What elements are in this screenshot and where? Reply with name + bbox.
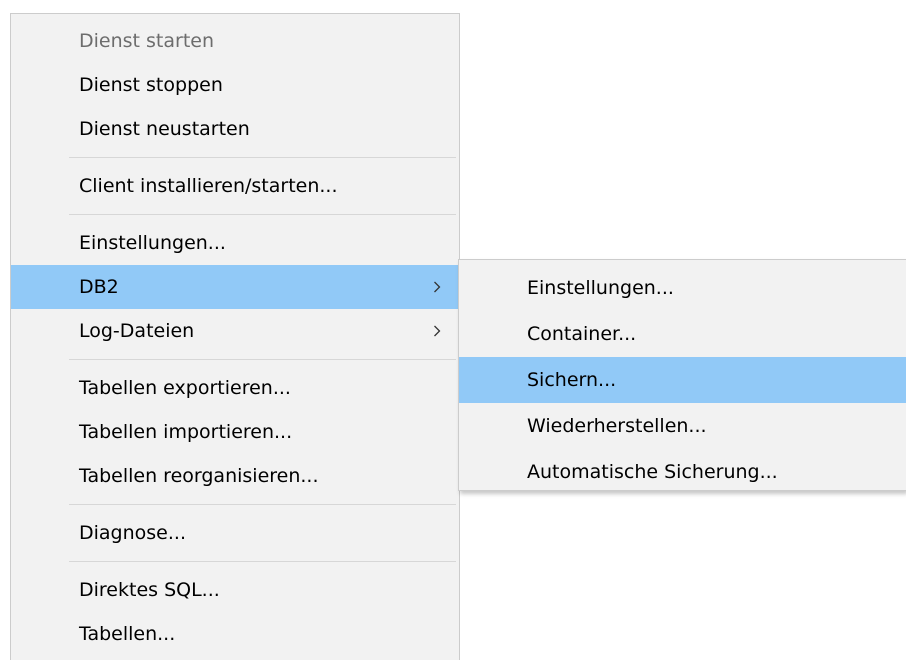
db2-submenu: Einstellungen... Container... Sichern...… xyxy=(458,259,906,491)
menu-item-label: Einstellungen... xyxy=(527,277,674,299)
menu-separator xyxy=(11,498,459,511)
menu-item-label: Automatische Sicherung... xyxy=(527,461,778,483)
menu-item-label: Wiederherstellen... xyxy=(527,415,707,437)
menu-item-label: Tabellen... xyxy=(79,623,176,645)
menu-item-label: Diagnose... xyxy=(79,522,186,544)
menu-item-label: Tabellen exportieren... xyxy=(79,377,291,399)
menu-separator xyxy=(11,353,459,366)
menu-separator xyxy=(11,208,459,221)
submenu-item-container[interactable]: Container... xyxy=(459,311,906,357)
menu-item-label: Dienst stoppen xyxy=(79,74,223,96)
submenu-item-einstellungen[interactable]: Einstellungen... xyxy=(459,265,906,311)
context-menu: Dienst starten Dienst stoppen Dienst neu… xyxy=(10,13,460,660)
menu-item-log-dateien[interactable]: Log-Dateien xyxy=(11,309,459,353)
menu-item-tabellen-importieren[interactable]: Tabellen importieren... xyxy=(11,410,459,454)
menu-item-dienst-stoppen[interactable]: Dienst stoppen xyxy=(11,63,459,107)
menu-item-dienst-starten: Dienst starten xyxy=(11,19,459,63)
menu-item-direktes-sql[interactable]: Direktes SQL... xyxy=(11,568,459,612)
menu-item-db2[interactable]: DB2 xyxy=(11,265,459,309)
menu-item-tabellen-reorganisieren[interactable]: Tabellen reorganisieren... xyxy=(11,454,459,498)
menu-separator xyxy=(11,151,459,164)
menu-item-label: Log-Dateien xyxy=(79,320,195,342)
menu-item-label: Direktes SQL... xyxy=(79,579,220,601)
menu-item-label: Einstellungen... xyxy=(79,232,226,254)
menu-item-label: DB2 xyxy=(79,276,119,298)
submenu-item-sichern[interactable]: Sichern... xyxy=(459,357,906,403)
menu-item-client-installieren[interactable]: Client installieren/starten... xyxy=(11,164,459,208)
submenu-item-automatische-sicherung[interactable]: Automatische Sicherung... xyxy=(459,449,906,495)
menu-item-label: Dienst starten xyxy=(79,30,215,52)
submenu-item-wiederherstellen[interactable]: Wiederherstellen... xyxy=(459,403,906,449)
menu-item-label: Sichern... xyxy=(527,369,617,391)
menu-item-label: Container... xyxy=(527,323,637,345)
menu-item-label: Client installieren/starten... xyxy=(79,175,338,197)
menu-item-diagnose[interactable]: Diagnose... xyxy=(11,511,459,555)
menu-item-tabellen-exportieren[interactable]: Tabellen exportieren... xyxy=(11,366,459,410)
menu-item-label: Dienst neustarten xyxy=(79,118,250,140)
chevron-right-icon xyxy=(431,309,443,353)
menu-item-einstellungen[interactable]: Einstellungen... xyxy=(11,221,459,265)
chevron-right-icon xyxy=(431,265,443,309)
menu-item-label: Tabellen importieren... xyxy=(79,421,293,443)
menu-item-tabellen[interactable]: Tabellen... xyxy=(11,612,459,656)
menu-item-dienst-neustarten[interactable]: Dienst neustarten xyxy=(11,107,459,151)
menu-item-label: Tabellen reorganisieren... xyxy=(79,465,319,487)
menu-separator xyxy=(11,555,459,568)
